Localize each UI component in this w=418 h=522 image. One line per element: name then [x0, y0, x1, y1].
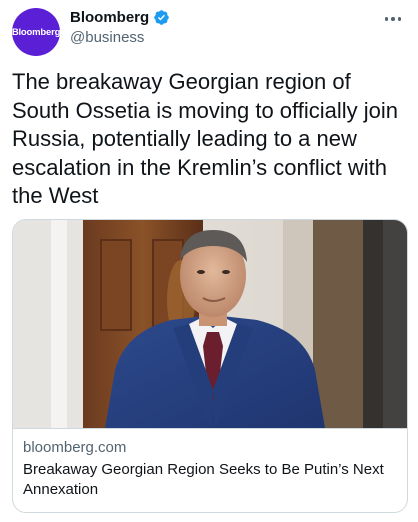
verified-badge-icon	[154, 10, 169, 25]
link-card-domain: bloomberg.com	[23, 439, 127, 456]
card-divider	[13, 428, 407, 429]
tweet-text: The breakaway Georgian region of South O…	[12, 69, 398, 208]
avatar[interactable]: Bloomberg	[12, 8, 60, 56]
link-card[interactable]: bloomberg.com Breakaway Georgian Region …	[12, 219, 408, 513]
author-name-row: Bloomberg	[70, 9, 170, 26]
link-card-image	[13, 220, 407, 428]
author-handle[interactable]: @business	[70, 29, 144, 46]
link-card-title: Breakaway Georgian Region Seeks to Be Pu…	[23, 461, 384, 498]
display-name[interactable]: Bloomberg	[70, 9, 149, 26]
avatar-logo-text: Bloomberg	[11, 26, 61, 38]
more-horizontal-icon[interactable]	[382, 10, 404, 28]
